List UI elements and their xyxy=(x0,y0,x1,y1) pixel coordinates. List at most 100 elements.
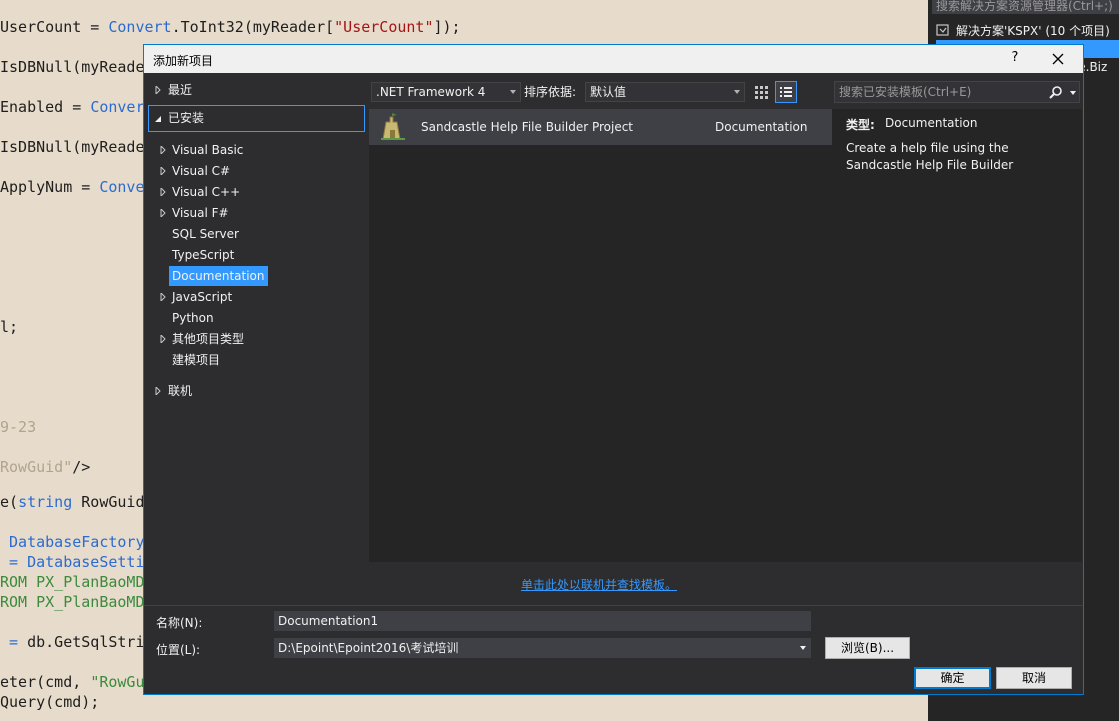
code-line: = db.GetSqlStrin xyxy=(0,633,154,651)
template-description-panel: 类型: Documentation Create a help file usi… xyxy=(834,109,1082,562)
code-line: e(string RowGuid) xyxy=(0,493,154,511)
code-line: IsDBNull(myReader xyxy=(0,58,154,76)
grid-view-button[interactable] xyxy=(751,82,771,102)
description-text: Create a help file using the Sandcastle … xyxy=(846,141,1014,172)
expanded-arrow-icon[interactable] xyxy=(154,115,162,123)
code-token: IsDBNull(myReader xyxy=(0,58,154,76)
code-token: .ToInt32(myReader[ xyxy=(171,18,335,36)
solution-root-item[interactable]: 解决方案'KSPX' (10 个项目) xyxy=(936,21,1119,39)
location-label: 位置(L): xyxy=(156,643,201,657)
code-line: 9-23 xyxy=(0,418,36,436)
tree-item-javascript[interactable]: JavaScript xyxy=(172,287,232,307)
location-value: D:\Epoint\Epoint2016\考试培训 xyxy=(278,641,459,655)
template-name: Sandcastle Help File Builder Project xyxy=(421,120,634,134)
grid-view-icon xyxy=(755,86,768,99)
dialog-titlebar[interactable]: 添加新项目 ? xyxy=(144,45,1083,73)
tree-item-visual-fsharp[interactable]: Visual F# xyxy=(172,203,229,223)
framework-value: .NET Framework 4 xyxy=(376,85,486,99)
code-token: db.GetSqlStrin xyxy=(27,633,154,651)
solution-search-input[interactable]: 搜索解决方案资源管理器(Ctrl+;) xyxy=(932,0,1119,14)
collapsed-arrow-icon[interactable] xyxy=(159,188,167,196)
collapsed-arrow-icon[interactable] xyxy=(159,209,167,217)
code-token: UserCount = xyxy=(0,18,109,36)
chevron-down-icon xyxy=(510,90,516,94)
tree-item-other-project-types[interactable]: 其他项目类型 xyxy=(172,329,244,349)
solution-root-label: 解决方案'KSPX' (10 个项目) xyxy=(956,23,1110,38)
code-line: ROM PX_PlanBaoMD xyxy=(0,593,145,611)
code-line: eter(cmd, "RowGui xyxy=(0,673,154,691)
help-button[interactable]: ? xyxy=(1000,50,1030,70)
template-search-placeholder: 搜索已安装模板(Ctrl+E) xyxy=(839,85,972,99)
code-line: UserCount = Convert.ToInt32(myReader["Us… xyxy=(0,18,461,36)
tree-item-installed[interactable]: 已安装 xyxy=(168,108,204,128)
tree-item-modeling-projects[interactable]: 建模项目 xyxy=(172,350,220,370)
tree-item-sql-server[interactable]: SQL Server xyxy=(172,224,239,244)
code-token: l; xyxy=(0,318,19,336)
tree-item-recent[interactable]: 最近 xyxy=(168,80,192,100)
chevron-down-icon[interactable] xyxy=(1070,91,1076,95)
template-search-input[interactable]: 搜索已安装模板(Ctrl+E) xyxy=(834,81,1080,103)
code-token: = xyxy=(0,633,28,651)
dialog-bottom-form: 名称(N): 位置(L): D:\Epoint\Epoint2016\考试培训 … xyxy=(144,605,1083,694)
sort-value: 默认值 xyxy=(590,85,627,99)
framework-dropdown[interactable]: .NET Framework 4 xyxy=(371,82,521,102)
name-label: 名称(N): xyxy=(156,616,203,630)
list-view-button[interactable] xyxy=(775,81,797,103)
code-token: DatabaseFactory. xyxy=(0,533,154,551)
tree-item-python[interactable]: Python xyxy=(172,308,214,328)
collapsed-arrow-icon[interactable] xyxy=(159,293,167,301)
sort-label: 排序依据: xyxy=(524,85,577,99)
cancel-button[interactable]: 取消 xyxy=(996,667,1072,689)
tree-item-typescript[interactable]: TypeScript xyxy=(172,245,234,265)
description-type-value: Documentation xyxy=(885,116,978,130)
list-view-icon xyxy=(780,87,792,97)
code-token: ApplyNum = xyxy=(0,178,100,196)
code-token: ROM PX_PlanBaoMD xyxy=(0,593,145,611)
tree-item-online[interactable]: 联机 xyxy=(168,381,192,401)
code-line: RowGuid"/> xyxy=(0,458,90,476)
tree-item-visual-basic[interactable]: Visual Basic xyxy=(172,140,243,160)
code-token: RowGuid" xyxy=(0,458,73,476)
template-row-sandcastle[interactable]: Sandcastle Help File Builder Project Doc… xyxy=(369,109,832,145)
code-token: Query(cmd); xyxy=(0,693,100,711)
solution-icon xyxy=(936,24,949,36)
code-token: ]); xyxy=(433,18,461,36)
tree-item-visual-cpp[interactable]: Visual C++ xyxy=(172,182,240,202)
project-name-field[interactable] xyxy=(274,611,811,631)
code-token: e( xyxy=(0,493,19,511)
collapsed-arrow-icon[interactable] xyxy=(154,86,162,94)
collapsed-arrow-icon[interactable] xyxy=(154,387,162,395)
collapsed-arrow-icon[interactable] xyxy=(159,167,167,175)
location-dropdown[interactable]: D:\Epoint\Epoint2016\考试培训 xyxy=(274,638,811,658)
tree-item-visual-csharp[interactable]: Visual C# xyxy=(172,161,230,181)
sandcastle-project-icon xyxy=(381,113,405,140)
template-category: Documentation xyxy=(715,120,808,134)
code-token: IsDBNull(myReader xyxy=(0,138,154,156)
chevron-down-icon xyxy=(800,646,806,650)
browse-button[interactable]: 浏览(B)... xyxy=(825,637,910,659)
ok-button[interactable]: 确定 xyxy=(914,667,991,689)
code-token: /> xyxy=(72,458,91,476)
code-line: Enabled = Convert xyxy=(0,98,154,116)
code-token: Enabled = xyxy=(0,98,91,116)
close-button[interactable] xyxy=(1043,48,1073,70)
code-token: RowGuid) xyxy=(72,493,154,511)
code-line: DatabaseFactory. xyxy=(0,533,154,551)
chevron-down-icon xyxy=(734,90,740,94)
code-line: ApplyNum = Conver xyxy=(0,178,154,196)
find-templates-online-link[interactable]: 单击此处以联机并查找模板。 xyxy=(521,576,677,593)
code-token: ROM PX_PlanBaoMD xyxy=(0,573,145,591)
collapsed-arrow-icon[interactable] xyxy=(159,146,167,154)
code-token: Convert xyxy=(108,18,172,36)
code-line: Query(cmd); xyxy=(0,693,99,711)
sort-dropdown[interactable]: 默认值 xyxy=(585,82,745,102)
code-token: = DatabaseSettin xyxy=(0,553,154,571)
code-token: string xyxy=(18,493,73,511)
tree-item-documentation[interactable]: Documentation xyxy=(169,266,268,286)
template-category-tree: 最近 已安装 Visual Basic Visual C# Visual C++… xyxy=(144,73,369,605)
search-icon[interactable] xyxy=(1049,85,1063,99)
dialog-title: 添加新项目 xyxy=(153,54,214,68)
description-type-label: 类型: xyxy=(846,118,875,132)
collapsed-arrow-icon[interactable] xyxy=(159,335,167,343)
code-line: IsDBNull(myReader xyxy=(0,138,154,156)
